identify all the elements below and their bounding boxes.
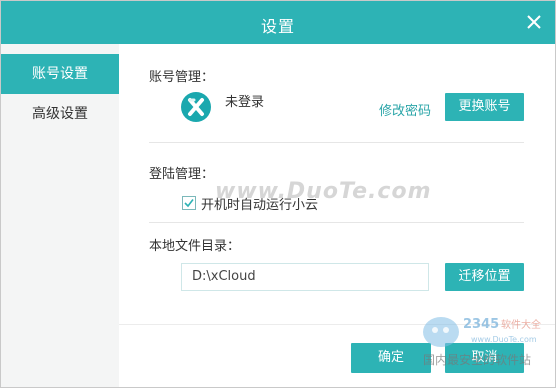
settings-content: 账号管理： 未登录 修改密码 更换账号 登陆管理： 开机时自动运行小云 本地文件… xyxy=(119,44,555,387)
sidebar-item-account-settings[interactable]: 账号设置 xyxy=(1,54,119,94)
dialog-title: 设置 xyxy=(260,17,295,36)
checkmark-icon xyxy=(184,199,194,208)
close-icon[interactable] xyxy=(525,13,543,31)
sidebar: 账号设置 高级设置 xyxy=(1,44,119,387)
login-section-label: 登陆管理： xyxy=(149,167,215,182)
sidebar-item-advanced-settings[interactable]: 高级设置 xyxy=(1,94,119,134)
cancel-button[interactable]: 取消 xyxy=(445,343,524,373)
ok-button[interactable]: 确定 xyxy=(351,343,431,373)
xcloud-logo-icon xyxy=(188,98,204,116)
change-password-link[interactable]: 修改密码 xyxy=(379,100,431,119)
divider xyxy=(149,222,524,223)
title-bar: 设置 xyxy=(1,1,555,44)
login-status: 未登录 xyxy=(225,95,265,110)
account-section-label: 账号管理： xyxy=(149,70,215,85)
switch-account-button[interactable]: 更换账号 xyxy=(445,93,524,121)
storage-section-label: 本地文件目录： xyxy=(149,239,241,254)
local-path-input[interactable] xyxy=(181,263,429,291)
autostart-label[interactable]: 开机时自动运行小云 xyxy=(201,194,318,213)
footer-divider xyxy=(119,324,555,325)
autostart-checkbox[interactable] xyxy=(182,196,196,210)
migrate-location-button[interactable]: 迁移位置 xyxy=(445,263,524,291)
divider xyxy=(149,142,524,143)
settings-dialog: 设置 账号设置 高级设置 账号管理： 未登录 修改密码 更换账号 登陆管理： 开… xyxy=(0,0,556,388)
avatar xyxy=(181,92,211,122)
